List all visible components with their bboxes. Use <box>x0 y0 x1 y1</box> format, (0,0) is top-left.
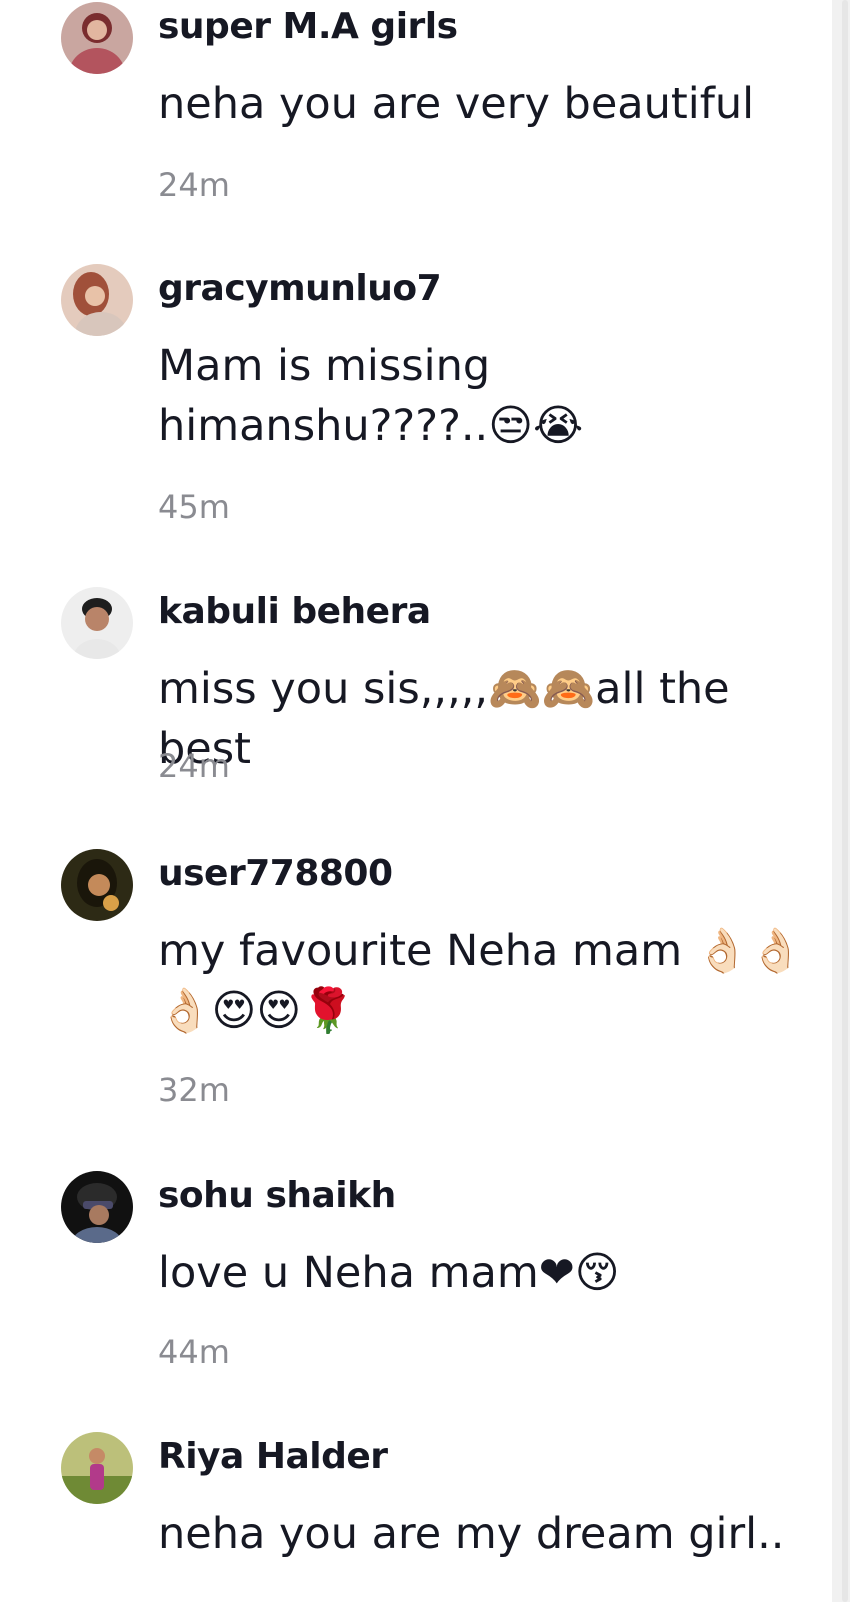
comment-text: my favourite Neha mam 👌🏻👌🏻👌🏻😍😍🌹 <box>158 926 803 1036</box>
comment-item: Riya Halder neha you are my dream girl.. <box>0 1430 830 1602</box>
avatar[interactable] <box>61 1171 133 1243</box>
avatar[interactable] <box>61 587 133 659</box>
comment-username[interactable]: super M.A girls <box>158 6 458 47</box>
avatar-image <box>61 2 133 74</box>
comment-text: neha you are very beautiful <box>158 79 755 129</box>
comment-text: miss you sis,,,,,🙈🙈all the best <box>158 664 744 774</box>
avatar-image <box>61 1432 133 1504</box>
avatar-image <box>61 264 133 336</box>
comment-timestamp: 44m <box>158 1333 230 1371</box>
comment-timestamp: 32m <box>158 1071 230 1109</box>
comment-item: sohu shaikh love u Neha mam❤😚 44m <box>0 1169 830 1429</box>
comment-username[interactable]: gracymunluo7 <box>158 268 442 309</box>
comment-text: neha you are my dream girl.. <box>158 1509 785 1559</box>
comment-text: Mam is missing himanshu????..😒😭 <box>158 341 584 451</box>
avatar[interactable] <box>61 264 133 336</box>
comment-item: super M.A girls neha you are very beauti… <box>0 0 830 250</box>
avatar[interactable] <box>61 2 133 74</box>
comment-list-page: super M.A girls neha you are very beauti… <box>0 0 850 1602</box>
scrollbar-thumb[interactable] <box>842 0 848 1602</box>
scrollbar[interactable] <box>832 0 850 1602</box>
comment-username[interactable]: user778800 <box>158 853 393 894</box>
comment-text: love u Neha mam❤😚 <box>158 1248 620 1298</box>
avatar[interactable] <box>61 849 133 921</box>
comment-timestamp: 24m <box>158 747 230 785</box>
comment-item: user778800 my favourite Neha mam 👌🏻👌🏻👌🏻😍… <box>0 847 830 1167</box>
avatar-image <box>61 849 133 921</box>
avatar-image <box>61 587 133 659</box>
comment-username[interactable]: sohu shaikh <box>158 1175 396 1216</box>
comment-item: gracymunluo7 Mam is missing himanshu????… <box>0 262 830 582</box>
comment-username[interactable]: Riya Halder <box>158 1436 388 1477</box>
comment-timestamp: 45m <box>158 488 230 526</box>
comment-timestamp: 24m <box>158 166 230 204</box>
comment-item: kabuli behera miss you sis,,,,,🙈🙈all the… <box>0 585 830 845</box>
comment-username[interactable]: kabuli behera <box>158 591 431 632</box>
avatar-image <box>61 1171 133 1243</box>
avatar[interactable] <box>61 1432 133 1504</box>
